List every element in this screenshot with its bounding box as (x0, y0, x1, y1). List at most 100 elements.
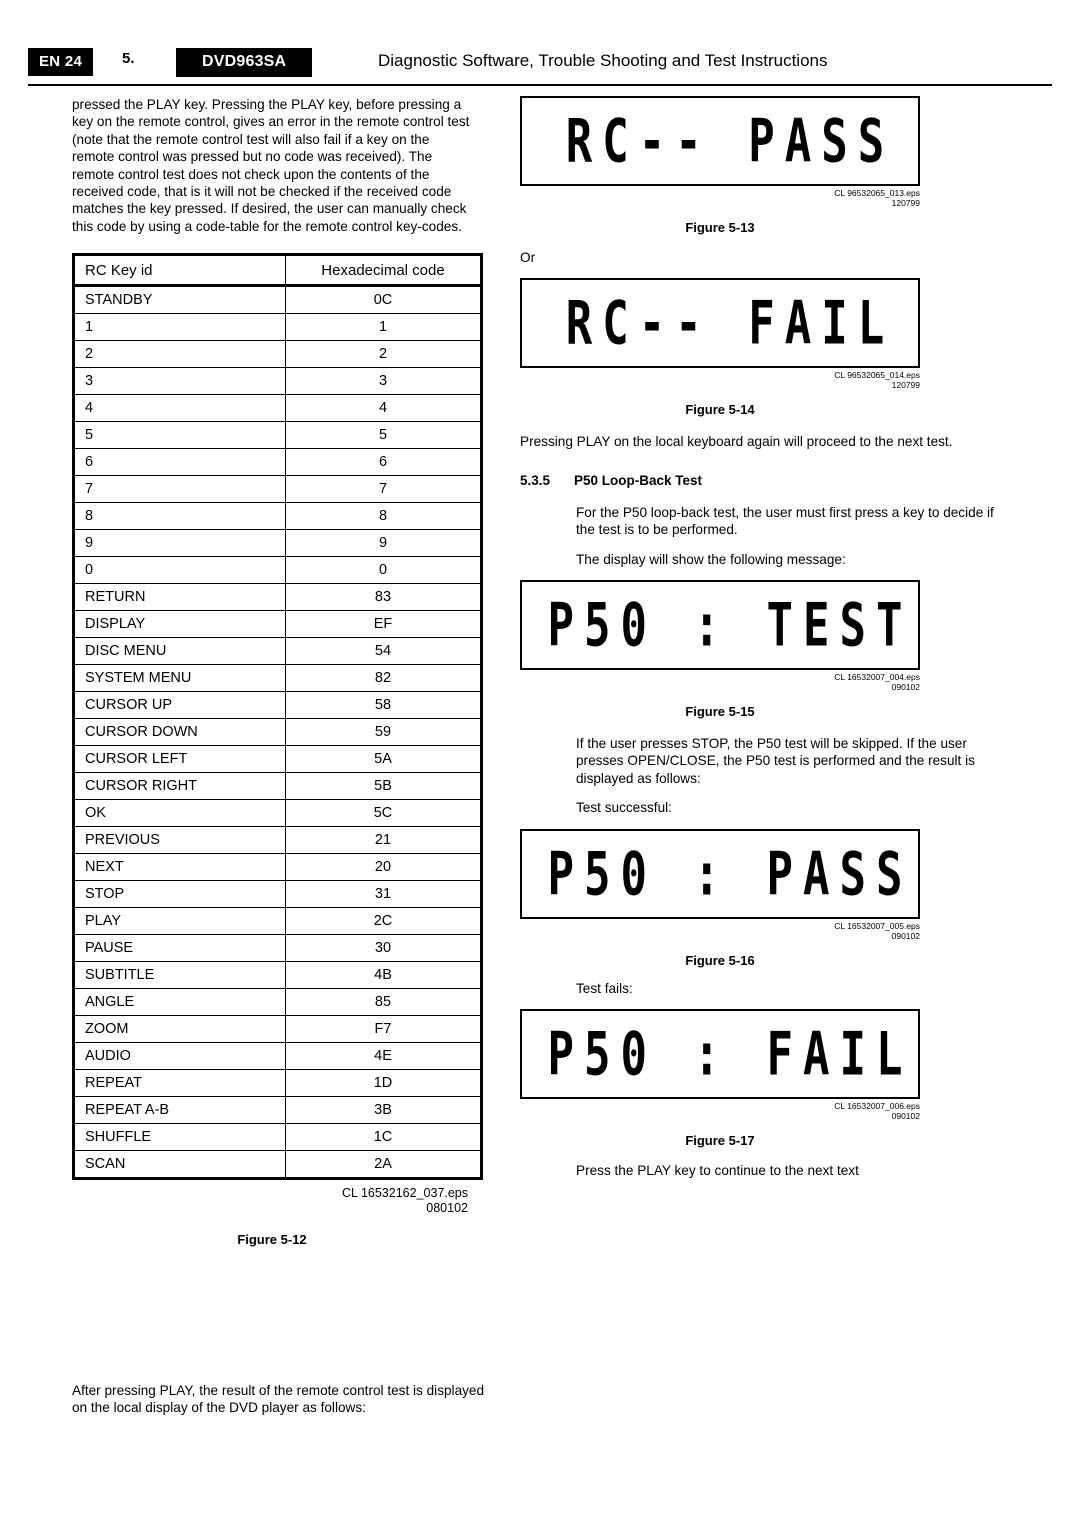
cell-key-id: 7 (72, 475, 286, 504)
subsection-number: 5.3.5 (520, 472, 551, 488)
eps-5-14-line2: 120799 (891, 380, 920, 391)
cell-hex-code: 83 (285, 583, 483, 612)
lcd-panel-rc-pass: RC-- PASS (520, 96, 920, 186)
rc-key-code-table: RC Key id Hexadecimal code STANDBY 0C 1 1 2 2 3 3… (72, 253, 483, 1181)
table-row: NEXT 20 (72, 853, 483, 882)
cell-hex-code: 1C (285, 1123, 483, 1152)
cell-key-id: PLAY (72, 907, 286, 936)
cell-hex-code: 7 (285, 475, 483, 504)
cell-key-id: SCAN (72, 1150, 286, 1181)
cell-hex-code: 4B (285, 961, 483, 990)
figure-5-15-caption: Figure 5-15 (685, 704, 755, 720)
lcd-text-rc-pass: RC-- PASS (565, 106, 895, 176)
cell-key-id: 0 (72, 556, 286, 585)
eps-5-17-line2: 090102 (891, 1111, 920, 1122)
cell-key-id: REPEAT A-B (72, 1096, 286, 1125)
cell-key-id: PAUSE (72, 934, 286, 963)
table-row: PREVIOUS 21 (72, 826, 483, 855)
test-fails-block: Test fails: (576, 980, 1010, 997)
cell-key-id: 9 (72, 529, 286, 558)
paragraph-p50-1: For the P50 loop-back test, the user mus… (576, 504, 994, 538)
table-row: SCAN 2A (72, 1150, 483, 1181)
cell-key-id: 1 (72, 313, 286, 342)
lcd-text-rc-fail: RC-- FAIL (565, 288, 895, 358)
cell-key-id: 6 (72, 448, 286, 477)
cell-key-id: STANDBY (72, 285, 286, 315)
table-row: SUBTITLE 4B (72, 961, 483, 990)
cell-key-id: AUDIO (72, 1042, 286, 1071)
eps-5-13-line2: 120799 (891, 198, 920, 208)
cell-hex-code: 2A (285, 1150, 483, 1181)
cell-hex-code: 1 (285, 313, 483, 342)
cell-hex-code: 2C (285, 907, 483, 936)
table-row: PLAY 2C (72, 907, 483, 936)
cell-hex-code: 5C (285, 799, 483, 828)
cell-hex-code: 58 (285, 691, 483, 720)
table-row: 33 (72, 367, 483, 396)
table-row: DISPLAY EF (72, 610, 483, 639)
cell-key-id: CURSOR RIGHT (72, 772, 286, 801)
cell-key-id: ZOOM (72, 1015, 286, 1044)
table-row: CURSOR RIGHT 5B (72, 772, 483, 801)
test-successful-label: Test successful: (576, 800, 672, 816)
cell-key-id: 3 (72, 367, 286, 396)
cell-hex-code: 2 (285, 340, 483, 369)
table-row: REPEAT 1D (72, 1069, 483, 1098)
column-header-key-id: RC Key id (72, 253, 286, 288)
closing-block: Press the PLAY key to continue to the ne… (576, 1162, 1010, 1179)
table-row: PAUSE 30 (72, 934, 483, 963)
test-fails-label: Test fails: (576, 980, 633, 996)
cell-hex-code: F7 (285, 1015, 483, 1044)
paragraph-p50-2: The display will show the following mess… (576, 551, 846, 567)
figure-5-13-caption: Figure 5-13 (685, 220, 755, 235)
table-eps-line2: 080102 (426, 1201, 468, 1216)
cell-key-id: REPEAT (72, 1069, 286, 1098)
intro-paragraph: pressed the PLAY key. Pressing the PLAY … (72, 97, 470, 234)
figure-5-12-caption: Figure 5-12 (237, 1232, 307, 1248)
cell-hex-code: 4 (285, 394, 483, 423)
eps-5-15-line2: 090102 (891, 682, 920, 693)
table-row: STOP 31 (72, 880, 483, 909)
cell-hex-code: 5 (285, 421, 483, 450)
table-eps-line1: CL 16532162_037.eps (341, 1186, 468, 1201)
cell-hex-code: 59 (285, 718, 483, 747)
figure-5-17-display: P50 : FAIL CL 16532007_006.eps 090102 Fi… (520, 1009, 920, 1148)
table-row: 11 (72, 313, 483, 342)
page-title: Diagnostic Software, Trouble Shooting an… (378, 51, 828, 70)
figure-5-13-display: RC-- PASS CL 96532065_013.eps 120799 Fig… (520, 96, 920, 235)
column-header-hex-code: Hexadecimal code (285, 253, 483, 288)
cell-key-id: 8 (72, 502, 286, 531)
table-row: RETURN 83 (72, 583, 483, 612)
cell-hex-code: 4E (285, 1042, 483, 1071)
or-text: Or (520, 250, 536, 265)
figure-5-14-display: RC-- FAIL CL 96532065_014.eps 120799 Fig… (520, 278, 920, 417)
paragraph-after-figure-5-15: If the user presses STOP, the P50 test w… (576, 736, 975, 786)
lcd-text-p50-test: P50 : TEST (547, 590, 913, 660)
cell-hex-code: 8 (285, 502, 483, 531)
cell-hex-code: 5A (285, 745, 483, 774)
cell-hex-code: 31 (285, 880, 483, 909)
cell-key-id: CURSOR DOWN (72, 718, 286, 747)
left-column: pressed the PLAY key. Pressing the PLAY … (72, 96, 483, 1248)
cell-key-id: NEXT (72, 853, 286, 882)
cell-key-id: STOP (72, 880, 286, 909)
table-row: 77 (72, 475, 483, 504)
table-row: OK 5C (72, 799, 483, 828)
table-row: DISC MENU 54 (72, 637, 483, 666)
cell-key-id: OK (72, 799, 286, 828)
cell-key-id: 2 (72, 340, 286, 369)
table-row: REPEAT A-B 3B (72, 1096, 483, 1125)
table-row: ANGLE 85 (72, 988, 483, 1017)
eps-5-16-line2: 090102 (891, 930, 920, 941)
cell-hex-code: EF (285, 610, 483, 639)
cell-key-id: 4 (72, 394, 286, 423)
p50-result-block: If the user presses STOP, the P50 test w… (576, 735, 1010, 817)
table-row: STANDBY 0C (72, 285, 483, 315)
cell-hex-code: 21 (285, 826, 483, 855)
lcd-panel-p50-pass: P50 : PASS (520, 828, 920, 919)
lcd-panel-p50-test: P50 : TEST (520, 580, 920, 671)
lcd-text-p50-pass: P50 : PASS (547, 839, 913, 909)
figure-5-16-caption: Figure 5-16 (685, 952, 755, 968)
cell-key-id: CURSOR LEFT (72, 745, 286, 774)
cell-key-id: RETURN (72, 583, 286, 612)
